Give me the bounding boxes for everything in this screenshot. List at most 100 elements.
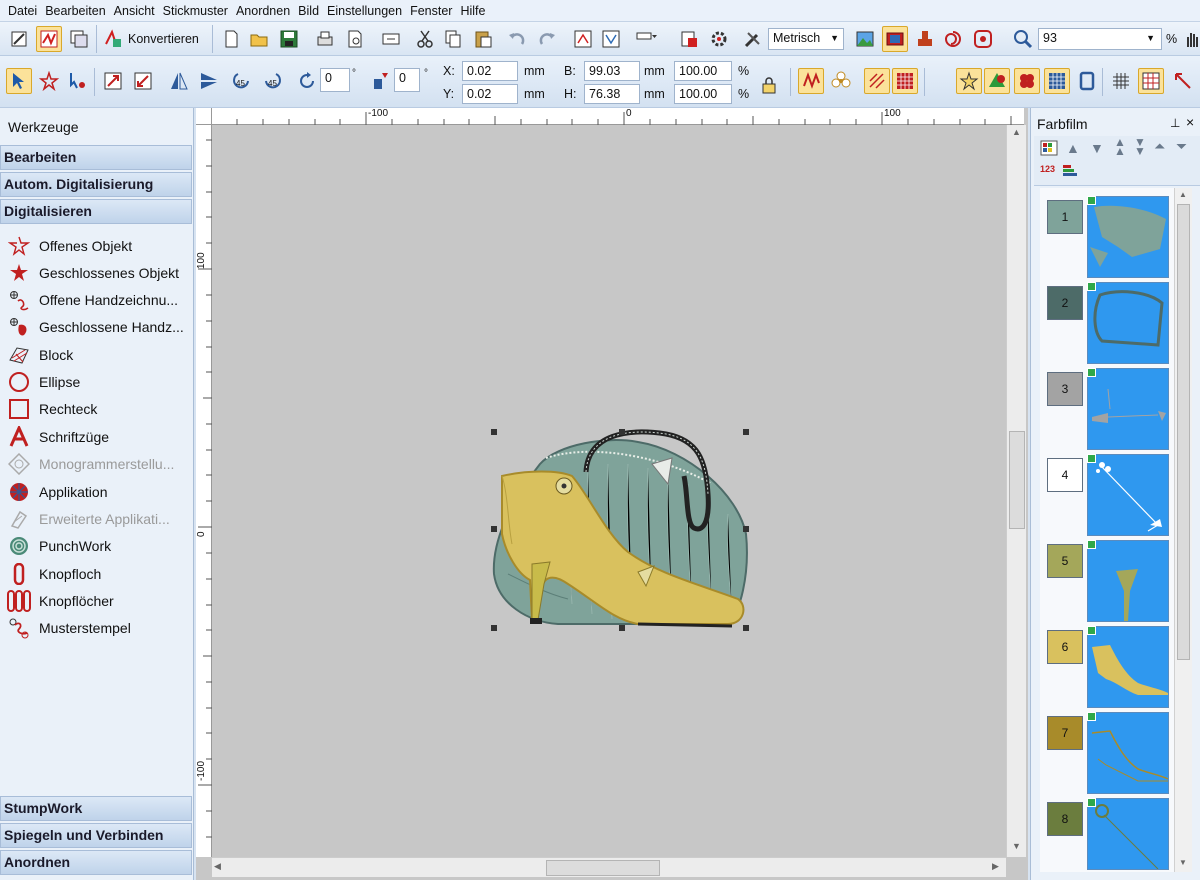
section-spiegeln-und-verbinden[interactable]: Spiegeln und Verbinden [0,823,192,848]
selection-handle[interactable] [743,429,749,435]
number-sort-icon[interactable]: 123 [1040,164,1055,174]
reshape-icon[interactable] [36,68,62,94]
embroidery-design[interactable] [488,424,752,634]
scale-up-icon[interactable] [100,68,126,94]
zoom-input[interactable]: 93 ▼ [1038,28,1162,50]
menu-datei[interactable]: Datei [4,4,41,18]
tool-offene-handzeichnung[interactable]: Offene Handzeichnu... [6,288,192,312]
scroll-down-icon[interactable]: ▼ [1012,841,1021,851]
zigzag-stitch-icon[interactable] [798,68,824,94]
scroll-left-icon[interactable]: ◀ [214,861,221,872]
color-film-item[interactable]: 4 [1045,454,1170,538]
konvertieren-button[interactable]: Konvertieren [128,32,199,46]
point-edit-icon[interactable] [64,68,90,94]
y-input[interactable]: 0.02 [462,84,518,104]
menu-bearbeiten[interactable]: Bearbeiten [41,4,109,18]
frame-icon[interactable] [1074,68,1100,94]
selection-handle[interactable] [491,429,497,435]
shapes-icon[interactable] [984,68,1010,94]
tool-punchwork[interactable]: PunchWork [6,534,192,558]
pan-hand-icon[interactable] [1182,26,1200,52]
section-anordnen[interactable]: Anordnen [0,850,192,875]
width-percent-input[interactable]: 100.00 [674,61,732,81]
scroll-right-icon[interactable]: ▶ [992,861,999,872]
tool-applikation[interactable]: Applikation [6,480,192,504]
color-film-item[interactable]: 6 [1045,626,1170,710]
selection-handle[interactable] [619,625,625,631]
slant-angle-input[interactable]: 0 [394,68,420,92]
scroll-down-icon[interactable]: ▼ [1179,858,1187,867]
edit-icon[interactable] [6,26,32,52]
quilt-icon[interactable] [1014,68,1040,94]
spiral-icon[interactable] [940,26,966,52]
copy-icon[interactable] [440,26,466,52]
section-stumpwork[interactable]: StumpWork [0,796,192,821]
tool-geschlossene-handzeichnung[interactable]: Geschlossene Handz... [6,315,192,339]
section-bearbeiten[interactable]: Bearbeiten [0,145,192,170]
menu-bild[interactable]: Bild [294,4,323,18]
rotate-right-45-icon[interactable]: 45 [260,68,286,94]
import-icon[interactable] [570,26,596,52]
menu-fenster[interactable]: Fenster [406,4,456,18]
print-icon[interactable] [312,26,338,52]
select-arrow-icon[interactable] [6,68,32,94]
flower-icon[interactable] [828,68,854,94]
move-to-bottom-icon[interactable]: ⏷ [1176,138,1187,155]
color-film-item[interactable]: 3 [1045,368,1170,452]
menu-ansicht[interactable]: Ansicht [110,4,159,18]
canvas-horizontal-scrollbar[interactable]: ◀ ▶ [212,857,1006,877]
selection-handle[interactable] [619,429,625,435]
color-film-item[interactable]: 2 [1045,282,1170,366]
menu-einstellungen[interactable]: Einstellungen [323,4,406,18]
cross-stitch-grid-icon[interactable] [892,68,918,94]
tools-icon[interactable] [740,26,766,52]
scale-down-icon[interactable] [130,68,156,94]
send-to-machine-icon[interactable] [378,26,404,52]
mirror-horizontal-icon[interactable] [166,68,192,94]
move-down-icon[interactable]: ▼ [1090,140,1104,156]
tool-knopfloch[interactable]: Knopfloch [6,562,192,586]
mirror-vertical-icon[interactable] [196,68,222,94]
scroll-up-icon[interactable]: ▲ [1179,190,1187,199]
color-film-scroll-thumb[interactable] [1177,204,1190,660]
export-icon[interactable] [598,26,624,52]
tool-geschlossenes-objekt[interactable]: Geschlossenes Objekt [6,261,192,285]
menu-stickmuster[interactable]: Stickmuster [159,4,232,18]
color-film-item[interactable]: 8 [1045,798,1170,880]
settings-gear-icon[interactable] [706,26,732,52]
tool-ellipse[interactable]: Ellipse [6,370,192,394]
new-file-icon[interactable] [218,26,244,52]
height-percent-input[interactable]: 100.00 [674,84,732,104]
selection-handle[interactable] [491,526,497,532]
convert-icon[interactable] [100,26,126,52]
horizontal-scroll-thumb[interactable] [546,860,660,876]
section-autom-digitalisierung[interactable]: Autom. Digitalisierung [0,172,192,197]
cut-icon[interactable] [412,26,438,52]
x-input[interactable]: 0.02 [462,61,518,81]
close-icon[interactable]: × [1186,114,1194,130]
tool-rechteck[interactable]: Rechteck [6,397,192,421]
pin-icon[interactable]: ⊥ [1170,116,1180,130]
move-to-top-icon[interactable]: ⏶ [1154,138,1165,155]
height-input[interactable]: 76.38 [584,84,640,104]
table-grid-icon[interactable] [1044,68,1070,94]
color-sheet-icon[interactable] [676,26,702,52]
menu-anordnen[interactable]: Anordnen [232,4,294,18]
rotate-left-45-icon[interactable]: 45 [228,68,254,94]
hoop-view-icon[interactable] [882,26,908,52]
selection-handle[interactable] [743,625,749,631]
open-folder-icon[interactable] [246,26,272,52]
move-down-step-icon[interactable]: ▼ ▼ [1134,136,1146,157]
selection-handle[interactable] [491,625,497,631]
print-preview-icon[interactable] [342,26,368,52]
tool-erweiterte-applikation[interactable]: Erweiterte Applikati... [6,507,192,531]
color-grid-icon[interactable] [1040,140,1058,156]
canvas-vertical-scrollbar[interactable]: ▲ ▼ [1006,125,1026,857]
multi-view-icon[interactable] [66,26,92,52]
zoom-icon[interactable] [1010,26,1036,52]
stitch-view-icon[interactable] [36,26,62,52]
tool-musterstempel[interactable]: Musterstempel [6,616,192,640]
move-up-step-icon[interactable]: ▲ ▲ [1114,136,1126,157]
save-icon[interactable] [276,26,302,52]
tool-monogrammerstellung[interactable]: Monogrammerstellu... [6,452,192,476]
